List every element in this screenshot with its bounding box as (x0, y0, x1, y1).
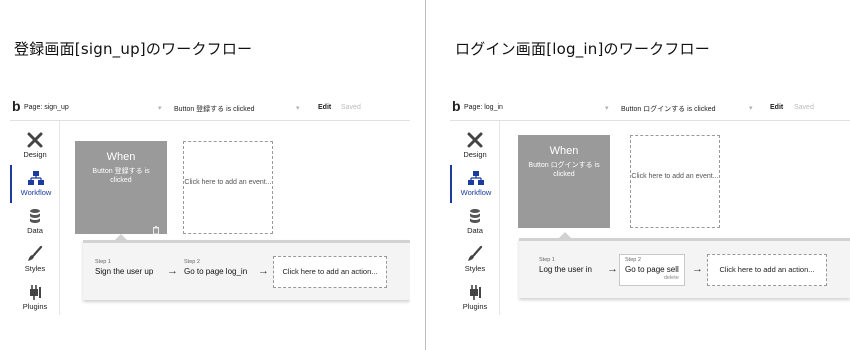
plug-icon (450, 283, 500, 301)
sidebar-label: Data (467, 226, 483, 235)
divider (425, 0, 426, 350)
sidebar-label: Design (463, 150, 487, 159)
saved-status: Saved (341, 104, 361, 111)
actions-bar: Step 1 Sign the user up → Step 2 Go to p… (83, 240, 410, 300)
step-card-1[interactable]: Step 1 Sign the user up (95, 259, 153, 276)
sidebar-item-plugins[interactable]: Plugins (10, 279, 60, 315)
step-number: Step 1 (95, 259, 111, 265)
bubble-logo-icon[interactable]: b (12, 98, 21, 114)
sidebar-label: Workflow (20, 188, 52, 197)
sidebar-label: Design (23, 150, 47, 159)
step-title: Go to page sell (625, 265, 679, 274)
brush-icon (10, 245, 60, 263)
add-action-placeholder[interactable]: Click here to add an action... (273, 256, 387, 288)
sidebar-item-data[interactable]: Data (450, 203, 500, 241)
step-title: Go to page log_in (184, 267, 248, 276)
login-workflow-heading: ログイン画面[log_in]のワークフロー (455, 40, 710, 58)
event-card-when[interactable]: When Button 登録する is clicked (75, 141, 167, 235)
sidebar-label: Styles (464, 264, 486, 273)
delete-step-link[interactable]: delete (625, 275, 679, 281)
sidebar-item-data[interactable]: Data (10, 203, 60, 241)
step-card-1[interactable]: Step 1 Log the user in (539, 257, 592, 274)
editor-sidebar: Design Workflow Data Styles Plugins (10, 121, 60, 315)
step-number: Step 2 (184, 259, 200, 265)
crossed-tools-icon (10, 131, 60, 149)
editor-sidebar: Design Workflow Data Styles Plugins (450, 121, 500, 315)
add-action-placeholder[interactable]: Click here to add an action... (707, 254, 827, 286)
edit-menu[interactable]: Edit (318, 104, 331, 111)
event-selector[interactable]: Button ログインする is clicked (621, 104, 716, 114)
step-title: Sign the user up (95, 267, 154, 276)
sitemap-icon (12, 169, 60, 187)
sidebar-label: Styles (24, 264, 46, 273)
arrow-right-icon: → (258, 265, 269, 277)
signup-workflow-heading: 登録画面[sign_up]のワークフロー (14, 40, 253, 58)
plug-icon (10, 283, 60, 301)
chevron-down-icon[interactable]: ▾ (158, 104, 162, 112)
step-number: Step 2 (625, 257, 641, 263)
step-number: Step 1 (539, 257, 555, 263)
event-selector[interactable]: Button 登録する is clicked (174, 104, 255, 114)
event-card-title: When (549, 145, 579, 157)
sidebar-item-workflow[interactable]: Workflow (450, 165, 500, 203)
bubble-logo-icon[interactable]: b (452, 98, 461, 114)
chevron-down-icon[interactable]: ▾ (749, 104, 753, 112)
arrow-right-icon: → (607, 263, 618, 275)
chevron-down-icon[interactable]: ▾ (605, 104, 609, 112)
add-event-placeholder[interactable]: Click here to add an event... (183, 141, 273, 234)
event-card-when[interactable]: When Button ログインする is clicked (518, 135, 610, 228)
brush-icon (450, 245, 500, 263)
add-event-placeholder[interactable]: Click here to add an event... (630, 135, 720, 228)
sidebar-item-design[interactable]: Design (450, 127, 500, 165)
step-title: Log the user in (539, 265, 592, 274)
trash-icon[interactable] (152, 221, 160, 235)
login-editor-panel: b Page: log_in ▾ Button ログインする is clicke… (450, 95, 850, 315)
sidebar-item-styles[interactable]: Styles (10, 241, 60, 279)
sidebar-item-design[interactable]: Design (10, 127, 60, 165)
step-card-2[interactable]: Step 2 Go to page log_in (184, 259, 247, 276)
actions-bar: Step 1 Log the user in → Step 2 Go to pa… (519, 238, 850, 298)
sidebar-label: Workflow (460, 188, 492, 197)
event-card-title: When (106, 151, 136, 163)
sidebar-label: Plugins (22, 302, 48, 311)
page-selector[interactable]: Page: log_in (464, 104, 503, 111)
sidebar-item-workflow[interactable]: Workflow (10, 165, 60, 203)
page-selector[interactable]: Page: sign_up (24, 104, 69, 111)
sitemap-icon (452, 169, 500, 187)
editor-topbar: b Page: sign_up ▾ Button 登録する is clicked… (10, 95, 410, 121)
editor-topbar: b Page: log_in ▾ Button ログインする is clicke… (450, 95, 850, 121)
crossed-tools-icon (450, 131, 500, 149)
sidebar-item-styles[interactable]: Styles (450, 241, 500, 279)
event-card-description: Button ログインする is clicked (528, 162, 600, 179)
workflow-canvas: When Button ログインする is clicked Click here… (501, 121, 850, 315)
edit-menu[interactable]: Edit (770, 104, 783, 111)
sidebar-label: Data (27, 226, 43, 235)
saved-status: Saved (794, 104, 814, 111)
database-icon (10, 207, 60, 225)
arrow-right-icon: → (167, 265, 178, 277)
workflow-canvas: When Button 登録する is clicked Click here t… (61, 121, 410, 315)
database-icon (450, 207, 500, 225)
step-card-2[interactable]: Step 2 Go to page sell delete (619, 254, 685, 286)
sidebar-item-plugins[interactable]: Plugins (450, 279, 500, 315)
signup-editor-panel: b Page: sign_up ▾ Button 登録する is clicked… (10, 95, 410, 315)
sidebar-label: Plugins (462, 302, 488, 311)
event-card-description: Button 登録する is clicked (92, 168, 150, 185)
arrow-right-icon: → (692, 263, 703, 275)
chevron-down-icon[interactable]: ▾ (296, 104, 300, 112)
